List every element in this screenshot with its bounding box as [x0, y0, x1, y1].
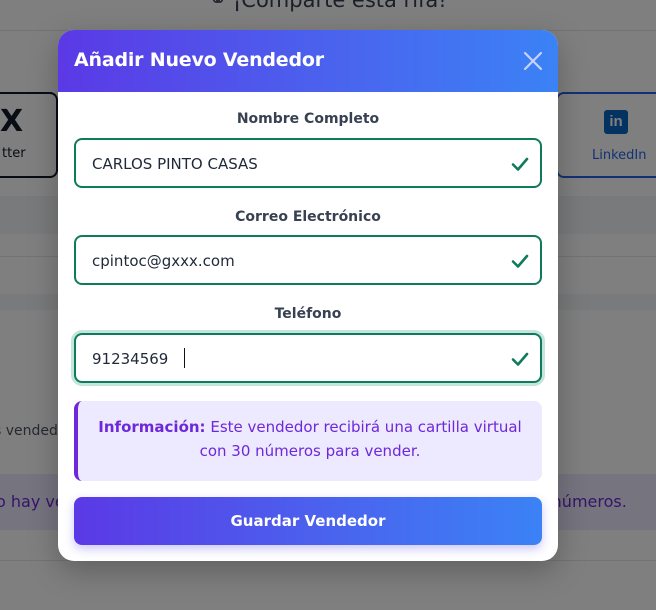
- check-icon: [511, 352, 529, 366]
- close-icon: [523, 51, 543, 71]
- full-name-input[interactable]: [92, 153, 492, 175]
- email-field[interactable]: [74, 235, 542, 285]
- email-label: Correo Electrónico: [235, 209, 381, 225]
- text-caret: [184, 348, 185, 368]
- full-name-field[interactable]: [74, 138, 542, 188]
- email-input[interactable]: [92, 250, 492, 272]
- phone-label: Teléfono: [274, 306, 342, 322]
- check-icon: [511, 157, 529, 171]
- phone-input[interactable]: [92, 348, 492, 370]
- full-name-label: Nombre Completo: [236, 111, 380, 127]
- info-box: Información: Este vendedor recibirá una …: [74, 401, 542, 481]
- phone-field[interactable]: [74, 333, 542, 383]
- info-title: Información:: [98, 418, 206, 436]
- save-seller-button[interactable]: Guardar Vendedor: [74, 497, 542, 545]
- add-seller-modal: Añadir Nuevo Vendedor Nombre Completo Co…: [58, 30, 558, 561]
- check-icon: [511, 254, 529, 268]
- modal-title: Añadir Nuevo Vendedor: [74, 49, 324, 71]
- modal-header: Añadir Nuevo Vendedor: [58, 30, 558, 92]
- close-button[interactable]: [522, 50, 544, 72]
- info-text: Este vendedor recibirá una cartilla virt…: [199, 418, 522, 460]
